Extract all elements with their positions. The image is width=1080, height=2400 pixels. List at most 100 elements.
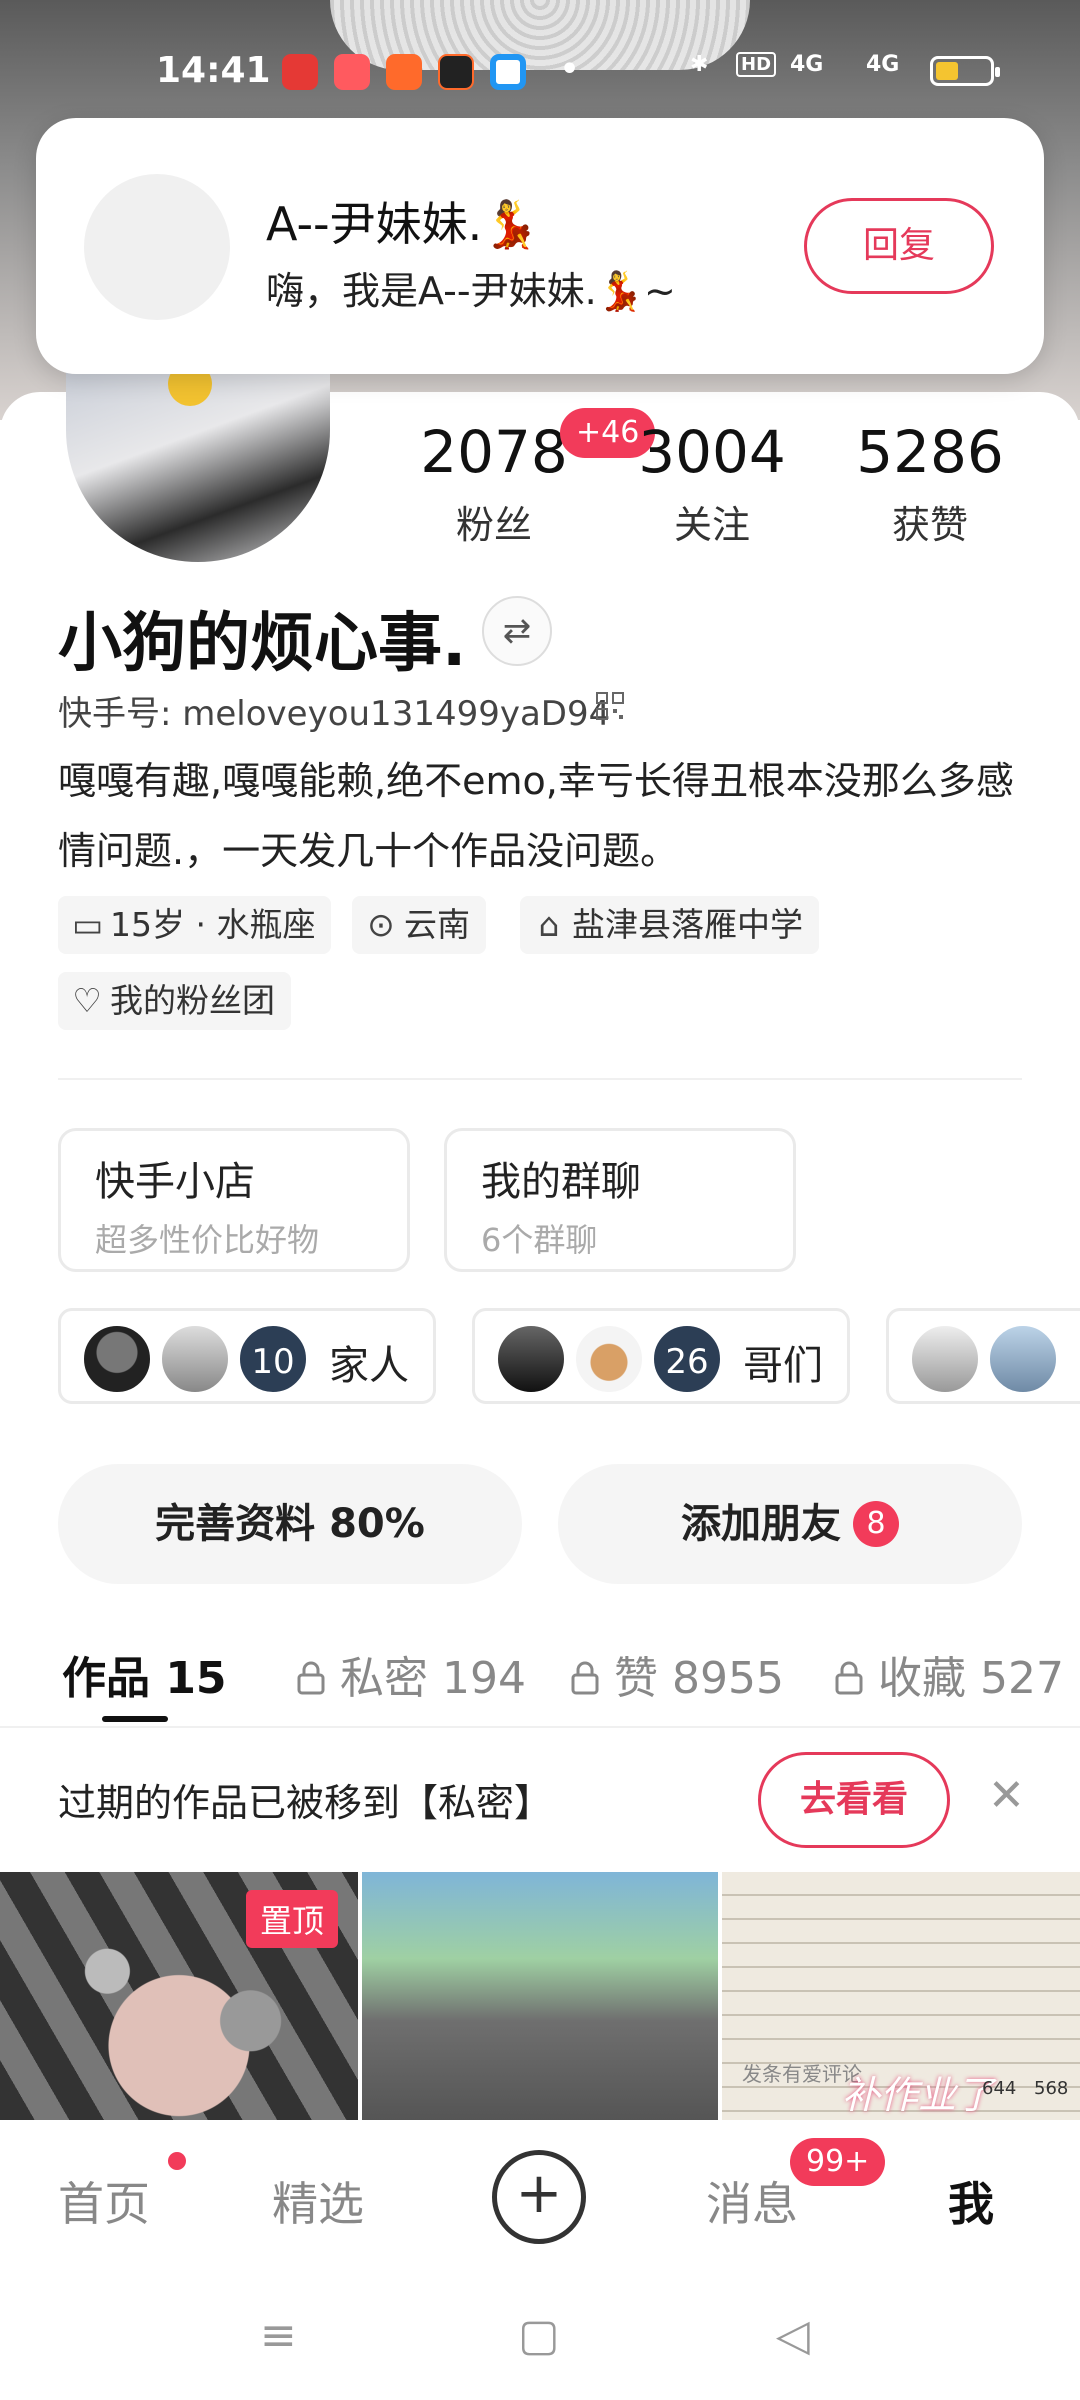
tab-favorites-label: 收藏 527 <box>878 1653 1064 1704</box>
video-thumbnail[interactable] <box>362 1872 718 2120</box>
app-notification-icon <box>282 54 318 90</box>
tab-works[interactable]: 作品 15 <box>62 1642 227 1706</box>
sender-name: A--尹妹妹.💃 <box>266 197 540 251</box>
following-count: 3004 <box>638 418 786 486</box>
group-chat-card[interactable]: 我的群聊 6个群聊 <box>444 1128 796 1272</box>
content-tabs: 作品 15 私密 194 赞 8955 收藏 527 <box>0 1632 1080 1728</box>
fans-count: 2078 <box>420 418 568 486</box>
tab-likes[interactable]: 赞 8955 <box>570 1642 784 1706</box>
complete-profile-button[interactable]: 完善资料 80% <box>58 1464 522 1584</box>
create-plus-button[interactable]: + <box>492 2150 586 2244</box>
member-avatar <box>573 1323 645 1395</box>
tab-private-label: 私密 194 <box>340 1653 526 1704</box>
back-triangle-icon[interactable]: ◁ <box>776 2310 810 2361</box>
group-member-count: 10 <box>237 1323 309 1395</box>
add-friends-button[interactable]: 添加朋友 8 <box>558 1464 1022 1584</box>
status-time: 14:41 <box>156 50 271 91</box>
shop-title: 快手小店 <box>95 1159 255 1205</box>
add-friends-count-badge: 8 <box>853 1501 899 1547</box>
notification-message: 嗨，我是A--尹妹妹.💃~ <box>266 269 676 313</box>
tab-private[interactable]: 私密 194 <box>296 1642 526 1706</box>
heart-outline-icon: ♡ <box>72 981 102 1020</box>
tag-location: ⊙ 云南 <box>352 896 486 954</box>
lock-icon <box>835 1661 863 1695</box>
add-friends-label: 添加朋友 <box>681 1501 841 1547</box>
stat-fans[interactable]: 2078 粉丝 <box>404 418 584 549</box>
stat-following[interactable]: 3004 关注 <box>622 418 802 549</box>
active-tab-indicator <box>102 1716 168 1722</box>
menu-icon[interactable]: ≡ <box>260 2310 297 2361</box>
nav-me[interactable]: 我 <box>948 2168 994 2234</box>
stat-likes[interactable]: 5286 获赞 <box>840 418 1020 549</box>
tag-location-text: 云南 <box>404 905 470 944</box>
member-avatar <box>909 1323 981 1395</box>
app-notification-icon <box>386 54 422 90</box>
group-chip-buddies[interactable]: 26 哥们 <box>472 1308 850 1404</box>
home-unread-dot <box>168 2152 186 2170</box>
nav-featured[interactable]: 精选 <box>272 2168 364 2234</box>
messages-badge: 99+ <box>790 2138 886 2186</box>
video-thumbnail[interactable]: 置顶 <box>0 1872 358 2120</box>
group-name: 家人 <box>329 1343 409 1389</box>
group-chat-title: 我的群聊 <box>481 1159 641 1205</box>
signal-2-icon: 4G <box>866 52 900 77</box>
pinned-badge: 置顶 <box>246 1890 339 1948</box>
reply-button[interactable]: 回复 <box>804 198 994 294</box>
graduation-cap-icon: ⌂ <box>538 905 560 944</box>
fans-label: 粉丝 <box>455 503 532 547</box>
lock-icon <box>297 1661 325 1695</box>
profile-nickname[interactable]: 小狗的烦心事. <box>58 592 466 684</box>
system-navigation-bar: ≡ ▢ ◁ <box>0 2280 1080 2400</box>
calendar-icon: ▭ <box>72 905 104 944</box>
sender-avatar <box>84 174 230 320</box>
app-notification-icon <box>334 54 370 90</box>
profile-bio: 嘎嘎有趣,嘎嘎能赖,绝不emo,幸亏长得丑根本没那么多感情问题.，一天发几十个作… <box>58 759 1014 873</box>
status-bar: 14:41 • ✱ HD 4G 4G <box>0 0 1080 120</box>
expired-works-notice: 过期的作品已被移到【私密】 <box>58 1781 553 1825</box>
following-label: 关注 <box>673 503 750 547</box>
battery-icon <box>930 56 1000 86</box>
bottom-navigation: 首页 精选 + 消息 99+ 我 <box>0 2120 1080 2280</box>
member-avatar <box>987 1323 1059 1395</box>
qr-code-icon[interactable] <box>596 692 624 720</box>
tab-likes-label: 赞 8955 <box>614 1653 784 1704</box>
signal-1-icon: 4G <box>790 52 824 77</box>
app-notification-icon <box>490 54 526 90</box>
kuaishou-shop-card[interactable]: 快手小店 超多性价比好物 <box>58 1128 410 1272</box>
likes-count: 5286 <box>856 418 1004 486</box>
group-name: 哥们 <box>743 1343 823 1389</box>
tag-school-text: 盐津县落雁中学 <box>572 905 803 944</box>
tab-favorites[interactable]: 收藏 527 <box>834 1642 1064 1706</box>
shop-subtitle: 超多性价比好物 <box>95 1221 320 1259</box>
home-square-icon[interactable]: ▢ <box>518 2310 560 2361</box>
member-avatar <box>81 1323 153 1395</box>
group-chip-family[interactable]: 10 家人 <box>58 1308 436 1404</box>
hd-icon: HD <box>736 52 777 77</box>
group-member-count: 26 <box>651 1323 723 1395</box>
location-pin-icon: ⊙ <box>367 905 395 944</box>
lock-icon <box>571 1661 599 1695</box>
nav-home[interactable]: 首页 <box>58 2168 150 2234</box>
likes-label: 获赞 <box>891 503 968 547</box>
kuaishou-id[interactable]: 快手号: meloveyou131499yaD94 <box>58 686 610 735</box>
go-see-button[interactable]: 去看看 <box>758 1752 950 1848</box>
tag-fan-club-text: 我的粉丝团 <box>110 981 275 1020</box>
switch-account-icon[interactable]: ⇄ <box>482 596 552 666</box>
nav-messages[interactable]: 消息 <box>706 2168 798 2234</box>
more-notifications-dot-icon: • <box>560 52 580 87</box>
video-thumbnail[interactable]: 发条有爱评论 补作业了 644 568 <box>722 1872 1080 2120</box>
close-icon[interactable]: ✕ <box>988 1770 1025 1821</box>
divider <box>58 1078 1022 1080</box>
bluetooth-icon: ✱ <box>690 52 709 77</box>
member-avatar <box>495 1323 567 1395</box>
message-notification[interactable]: A--尹妹妹.💃 嗨，我是A--尹妹妹.💃~ 回复 <box>36 118 1044 374</box>
member-avatar <box>159 1323 231 1395</box>
handwriting-caption: 补作业了 <box>842 2073 995 2117</box>
tag-age-zodiac: ▭ 15岁 · 水瓶座 <box>58 896 332 954</box>
group-chip-more[interactable] <box>886 1308 1080 1404</box>
tag-fan-club[interactable]: ♡ 我的粉丝团 <box>58 972 291 1030</box>
tag-school: ⌂ 盐津县落雁中学 <box>520 896 819 954</box>
star-count: 644 <box>982 2078 1017 2099</box>
tabs-divider <box>0 1726 1080 1728</box>
app-notification-icon <box>438 54 474 90</box>
